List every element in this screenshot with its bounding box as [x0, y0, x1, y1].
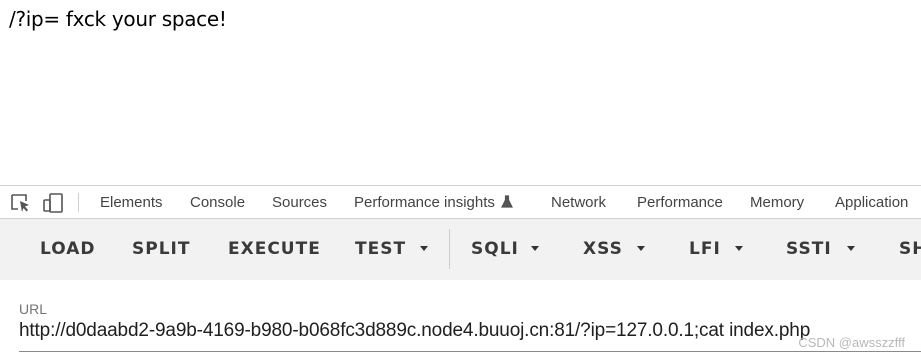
ssti-dropdown-icon[interactable] — [847, 246, 855, 251]
url-input[interactable]: http://d0daabd2-9a9b-4169-b980-b068fc3d8… — [19, 320, 810, 342]
tab-bar-divider — [78, 193, 79, 212]
url-field-container: URL http://d0daabd2-9a9b-4169-b980-b068f… — [0, 280, 921, 357]
tab-performance[interactable]: Performance — [637, 194, 723, 211]
inspect-element-icon[interactable] — [10, 193, 32, 213]
tab-elements[interactable]: Elements — [100, 194, 163, 211]
device-toolbar-icon[interactable] — [42, 193, 64, 213]
devtools-panel: Elements Console Sources Performance ins… — [0, 185, 921, 357]
ssti-button[interactable]: SSTI — [786, 239, 832, 259]
flask-icon — [500, 195, 513, 212]
sqli-dropdown-icon[interactable] — [531, 246, 539, 251]
hackbar-toolbar: LOAD SPLIT EXECUTE TEST SQLI XSS LFI SST… — [0, 219, 921, 280]
url-input-underline — [19, 351, 921, 352]
load-button[interactable]: LOAD — [40, 239, 96, 259]
tab-performance-insights-label: Performance insights — [354, 194, 495, 211]
xss-dropdown-icon[interactable] — [637, 246, 645, 251]
page-message: /?ip= fxck your space! — [9, 7, 227, 31]
split-button[interactable]: SPLIT — [132, 239, 190, 259]
shell-button[interactable]: SH — [899, 239, 921, 259]
lfi-dropdown-icon[interactable] — [735, 246, 743, 251]
tab-application[interactable]: Application — [835, 194, 908, 211]
devtools-tab-bar: Elements Console Sources Performance ins… — [0, 185, 921, 219]
test-button[interactable]: TEST — [355, 239, 406, 259]
url-label: URL — [19, 301, 48, 317]
tab-sources[interactable]: Sources — [272, 194, 327, 211]
sqli-button[interactable]: SQLI — [471, 239, 519, 259]
xss-button[interactable]: XSS — [583, 239, 623, 259]
toolbar-divider — [449, 229, 450, 269]
watermark: CSDN @awsszzfff — [798, 335, 905, 350]
test-dropdown-icon[interactable] — [420, 246, 428, 251]
tab-network[interactable]: Network — [551, 194, 606, 211]
tab-console[interactable]: Console — [190, 194, 245, 211]
execute-button[interactable]: EXECUTE — [228, 239, 321, 259]
tab-performance-insights[interactable]: Performance insights — [354, 194, 513, 212]
lfi-button[interactable]: LFI — [689, 239, 721, 259]
tab-memory[interactable]: Memory — [750, 194, 804, 211]
